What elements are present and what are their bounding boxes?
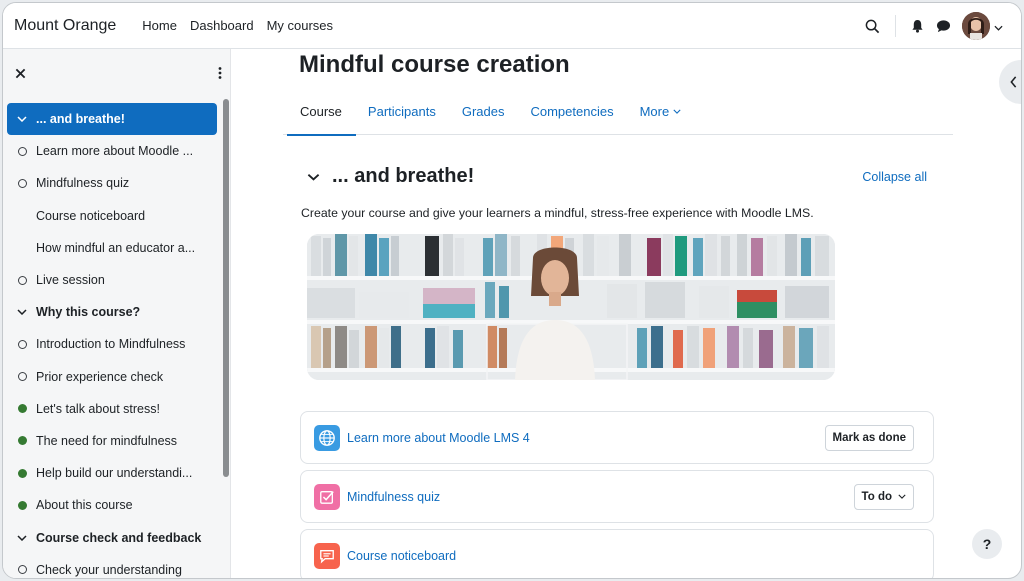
url-globe-icon — [314, 424, 340, 451]
collapse-all-link[interactable]: Collapse all — [862, 170, 927, 184]
complete-dot-icon — [17, 500, 27, 510]
course-index-label: Help build our understandi... — [36, 466, 193, 481]
nav-my-courses[interactable]: My courses — [267, 18, 333, 33]
course-index-activity[interactable]: Check your understanding — [7, 554, 217, 578]
chat-icon[interactable] — [934, 17, 952, 35]
course-index-activity[interactable]: Course noticeboard — [7, 200, 217, 232]
navbar-right — [851, 3, 1003, 49]
course-index-label: About this course — [36, 498, 133, 513]
course-index-label: Check your understanding — [36, 562, 182, 577]
activity-card-quiz: Mindfulness quiz To do — [300, 470, 934, 523]
course-index-label: Learn more about Moodle ... — [36, 144, 194, 159]
nav-home[interactable]: Home — [142, 18, 177, 33]
course-index-label: Live session — [36, 273, 105, 288]
help-button[interactable]: ? — [972, 529, 1002, 559]
open-block-drawer-button[interactable] — [999, 60, 1021, 104]
complete-dot-icon — [17, 468, 27, 478]
course-index-label: Introduction to Mindfulness — [36, 337, 186, 352]
course-index-label: Why this course? — [36, 305, 141, 320]
course-tabs: Course Participants Grades Competencies … — [283, 89, 953, 136]
user-avatar[interactable] — [962, 12, 990, 40]
tab-course[interactable]: Course — [287, 89, 356, 136]
course-index-activity[interactable]: Prior experience check — [7, 361, 217, 393]
site-brand[interactable]: Mount Orange — [14, 17, 116, 35]
complete-dot-icon — [17, 436, 27, 446]
chevron-down-icon[interactable] — [17, 307, 27, 317]
top-navbar: Mount Orange Home Dashboard My courses — [3, 3, 1021, 49]
chevron-down-icon[interactable] — [17, 533, 27, 543]
incomplete-circle-icon — [17, 146, 27, 156]
user-menu-chevron-icon[interactable] — [994, 19, 1003, 34]
section-hero-image — [307, 234, 835, 380]
course-index-activity[interactable]: Mindfulness quiz — [7, 167, 217, 199]
forum-chat-icon — [314, 542, 340, 569]
navbar-divider — [895, 15, 896, 37]
activity-link-forum[interactable]: Course noticeboard — [347, 549, 456, 563]
main-content: Mindful course creation Course Participa… — [283, 49, 953, 578]
search-icon[interactable] — [863, 17, 881, 35]
course-index-activity[interactable]: Let's talk about stress! — [7, 393, 217, 425]
incomplete-circle-icon — [17, 178, 27, 188]
chevron-left-icon — [1010, 76, 1017, 88]
course-index-activity[interactable]: How mindful an educator a... — [7, 232, 217, 264]
section-summary: Create your course and give your learner… — [301, 206, 814, 220]
incomplete-circle-icon — [17, 275, 27, 285]
course-index-label: ... and breathe! — [36, 112, 125, 127]
section-collapse-chevron-icon[interactable] — [307, 173, 320, 181]
course-index-section[interactable]: Course check and feedback — [7, 521, 217, 553]
activity-card-forum: Course noticeboard — [300, 529, 934, 578]
tab-more[interactable]: More — [640, 89, 682, 135]
course-index-activity[interactable]: About this course — [7, 489, 217, 521]
section-title[interactable]: ... and breathe! — [332, 165, 474, 188]
course-index-activity[interactable]: Introduction to Mindfulness — [7, 328, 217, 360]
course-index-activity[interactable]: Learn more about Moodle ... — [7, 135, 217, 167]
tab-participants[interactable]: Participants — [368, 89, 436, 135]
incomplete-circle-icon — [17, 339, 27, 349]
course-index-label: Mindfulness quiz — [36, 176, 130, 191]
kebab-menu-icon[interactable] — [218, 66, 222, 82]
course-index-label: Course noticeboard — [36, 208, 146, 223]
drawer-scrollbar[interactable] — [223, 99, 229, 477]
course-index-label: Prior experience check — [36, 369, 164, 384]
activity-card-url: Learn more about Moodle LMS 4 Mark as do… — [300, 411, 934, 464]
course-index-drawer: ... and breathe! Learn more about Moodle … — [3, 49, 231, 578]
bell-icon[interactable] — [908, 17, 926, 35]
todo-dropdown-button[interactable]: To do — [853, 483, 914, 510]
mark-as-done-button[interactable]: Mark as done — [824, 424, 914, 451]
course-index-label: The need for mindfulness — [36, 433, 178, 448]
chevron-down-icon[interactable] — [17, 114, 27, 124]
tab-competencies[interactable]: Competencies — [530, 89, 613, 135]
course-index-list: ... and breathe! Learn more about Moodle … — [7, 103, 217, 578]
course-index-section[interactable]: Why this course? — [7, 296, 217, 328]
tab-more-label: More — [639, 104, 670, 119]
chevron-down-icon — [673, 109, 681, 114]
course-index-activity[interactable]: The need for mindfulness — [7, 425, 217, 457]
course-index-label: Let's talk about stress! — [36, 401, 160, 416]
section-header: ... and breathe! — [307, 165, 474, 188]
course-index-activity[interactable]: Live session — [7, 264, 217, 296]
incomplete-circle-icon — [17, 565, 27, 575]
course-index-label: How mindful an educator a... — [36, 240, 196, 255]
chevron-down-icon — [898, 494, 906, 499]
course-index-activity[interactable]: Help build our understandi... — [7, 457, 217, 489]
quiz-checkbox-icon — [314, 483, 340, 510]
course-index-section[interactable]: ... and breathe! — [7, 103, 217, 136]
tab-grades[interactable]: Grades — [462, 89, 505, 135]
activity-link-url[interactable]: Learn more about Moodle LMS 4 — [347, 431, 530, 445]
close-icon[interactable] — [15, 67, 26, 82]
browser-frame: Mount Orange Home Dashboard My courses .… — [2, 2, 1022, 579]
complete-dot-icon — [17, 404, 27, 414]
incomplete-circle-icon — [17, 372, 27, 382]
course-index-label: Course check and feedback — [36, 530, 202, 545]
drawer-header — [3, 49, 230, 99]
page-title: Mindful course creation — [299, 51, 570, 78]
activity-link-quiz[interactable]: Mindfulness quiz — [347, 490, 440, 504]
todo-dropdown-label: To do — [861, 490, 892, 503]
nav-dashboard[interactable]: Dashboard — [190, 18, 254, 33]
